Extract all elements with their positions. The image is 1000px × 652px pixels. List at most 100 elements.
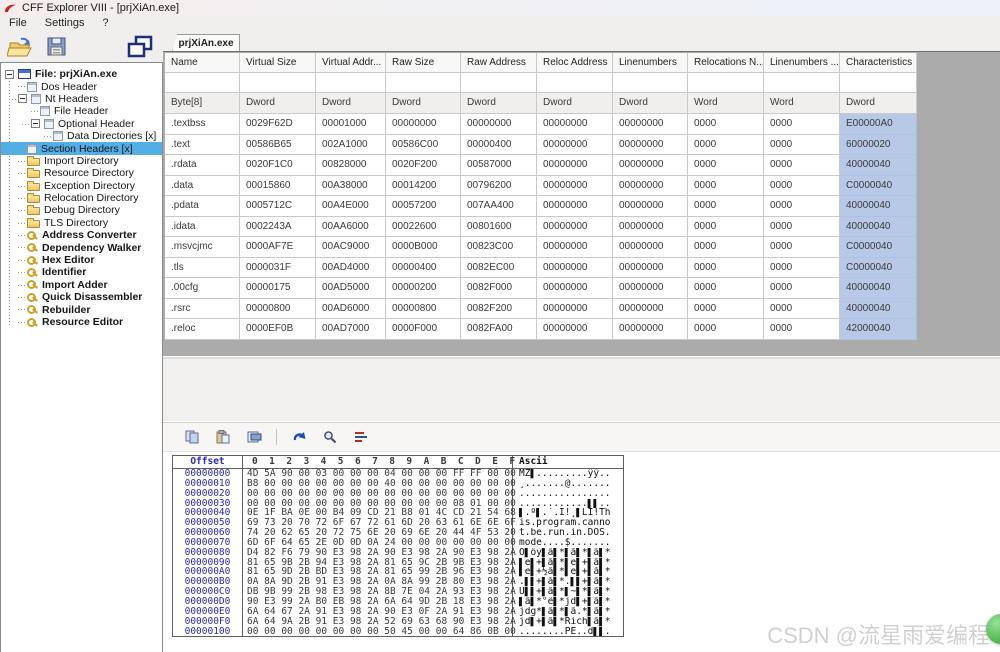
column-header[interactable]: Relocations N... [688, 53, 764, 73]
open-file-button[interactable] [5, 33, 35, 61]
cell-virtual-size[interactable]: 00000800 [240, 299, 316, 320]
sidebar-item[interactable]: Address Converter [1, 229, 162, 241]
hex-ascii[interactable]: Ô▌öy▌ã▌*▌ã▌*▌ã▌* [513, 548, 623, 558]
column-header[interactable]: Linenumbers ... [764, 53, 840, 73]
cell-characteristics[interactable]: 40000040 [840, 299, 917, 320]
cell-linenumbers-number[interactable]: 0000 [764, 237, 840, 258]
hex-offset[interactable]: 00000100 [173, 627, 243, 637]
cell-relocations-number[interactable]: 0000 [688, 319, 764, 340]
column-header[interactable]: Virtual Addr... [316, 53, 386, 73]
cell-linenumbers-number[interactable]: 0000 [764, 196, 840, 217]
cell-characteristics[interactable]: C0000040 [840, 176, 917, 197]
cell-relocations-number[interactable]: 0000 [688, 135, 764, 156]
cell-reloc-address[interactable]: 00000000 [537, 217, 613, 238]
sidebar-item[interactable]: Import Directory [1, 155, 162, 167]
cell-characteristics[interactable]: C0000040 [840, 237, 917, 258]
cell-linenumbers[interactable]: 00000000 [613, 155, 688, 176]
hex-ascii[interactable]: ............▌▌.. [513, 499, 623, 509]
sidebar-item[interactable]: File Header [1, 105, 162, 117]
cell-virtual-size[interactable]: 0029F62D [240, 114, 316, 135]
cell-name[interactable]: .00cfg [165, 278, 240, 299]
hex-ascii[interactable]: jd▌+▌ã▌*Rich▌ã▌* [513, 617, 623, 627]
copy-button[interactable] [183, 428, 201, 446]
sidebar-item[interactable]: Exception Directory [1, 180, 162, 192]
cell-relocations-number[interactable]: 0000 [688, 258, 764, 279]
cell-virtual-address[interactable]: 00AD6000 [316, 299, 386, 320]
cell-virtual-size[interactable]: 00586B65 [240, 135, 316, 156]
cell-raw-address[interactable]: 007AA400 [461, 196, 537, 217]
menu-item[interactable]: ? [93, 16, 117, 31]
cell-raw-size[interactable]: 0000F000 [386, 319, 461, 340]
cell-raw-address[interactable]: 0082F200 [461, 299, 537, 320]
cell-name[interactable]: .data [165, 176, 240, 197]
cell-virtual-address[interactable]: 00001000 [316, 114, 386, 135]
cell-linenumbers[interactable]: 00000000 [613, 319, 688, 340]
cell-raw-size[interactable]: 00057200 [386, 196, 461, 217]
hex-ascii[interactable]: jdg*▌ã▌*▌ã.*▌ã▌* [513, 607, 623, 617]
cell-characteristics[interactable]: 40000040 [840, 217, 917, 238]
sidebar-item[interactable]: Dependency Walker [1, 241, 162, 253]
cell-virtual-size[interactable]: 00015860 [240, 176, 316, 197]
cell-name[interactable]: .rsrc [165, 299, 240, 320]
cell-linenumbers[interactable]: 00000000 [613, 114, 688, 135]
tree-expander-icon[interactable] [31, 119, 40, 128]
fill-selection-button[interactable] [245, 428, 263, 446]
column-header[interactable]: Raw Address [461, 53, 537, 73]
column-header[interactable]: Raw Size [386, 53, 461, 73]
cell-relocations-number[interactable]: 0000 [688, 196, 764, 217]
hex-ascii[interactable]: .▌▌+▌ã▌*.▌▌+▌ã▌* [513, 577, 623, 587]
cell-reloc-address[interactable]: 00000000 [537, 237, 613, 258]
cell-raw-size[interactable]: 00586C00 [386, 135, 461, 156]
sidebar-item[interactable]: Quick Disassembler [1, 291, 162, 303]
cell-virtual-address[interactable]: 00AC9000 [316, 237, 386, 258]
cell-characteristics[interactable]: 60000020 [840, 135, 917, 156]
cell-raw-size[interactable]: 00014200 [386, 176, 461, 197]
sidebar-item[interactable]: Data Directories [x] [1, 130, 162, 142]
cell-virtual-address[interactable]: 00A4E000 [316, 196, 386, 217]
cell-relocations-number[interactable]: 0000 [688, 299, 764, 320]
cell-characteristics[interactable]: 42000040 [840, 319, 917, 340]
cell-name[interactable]: .tls [165, 258, 240, 279]
cell-name[interactable]: .idata [165, 217, 240, 238]
paste-button[interactable] [214, 428, 232, 446]
column-header[interactable]: Characteristics [840, 53, 917, 73]
cell-linenumbers-number[interactable]: 0000 [764, 278, 840, 299]
column-header[interactable]: Linenumbers [613, 53, 688, 73]
cell-virtual-address[interactable]: 00AD4000 [316, 258, 386, 279]
cell-raw-address[interactable]: 0082F000 [461, 278, 537, 299]
sidebar-item[interactable]: TLS Directory [1, 217, 162, 229]
hex-ascii[interactable]: ................ [513, 489, 623, 499]
tree-expander-icon[interactable] [5, 70, 14, 79]
column-header[interactable]: Name [165, 53, 240, 73]
cell-reloc-address[interactable]: 00000000 [537, 114, 613, 135]
hex-ascii[interactable]: ▌ã▌*°ë▌*jd▌+▌ã▌* [513, 597, 623, 607]
cell-virtual-size[interactable]: 0000AF7E [240, 237, 316, 258]
hex-ascii[interactable]: Û▌▌+▌ã▌*▌~▌*▌ã▌* [513, 587, 623, 597]
cell-raw-size[interactable]: 00000800 [386, 299, 461, 320]
sidebar-item[interactable]: Section Headers [x] [1, 142, 162, 154]
cell-relocations-number[interactable]: 0000 [688, 278, 764, 299]
cell-linenumbers[interactable]: 00000000 [613, 278, 688, 299]
cell-linenumbers-number[interactable]: 0000 [764, 319, 840, 340]
menu-item[interactable]: File [0, 16, 36, 31]
cell-raw-size[interactable]: 00000400 [386, 258, 461, 279]
sidebar-item[interactable]: File: prjXiAn.exe [1, 68, 162, 80]
cell-reloc-address[interactable]: 00000000 [537, 176, 613, 197]
cell-linenumbers-number[interactable]: 0000 [764, 114, 840, 135]
save-file-button[interactable] [41, 33, 71, 61]
settings-button[interactable] [352, 428, 370, 446]
cell-raw-address[interactable]: 0082FA00 [461, 319, 537, 340]
cell-linenumbers-number[interactable]: 0000 [764, 135, 840, 156]
cell-linenumbers[interactable]: 00000000 [613, 135, 688, 156]
cell-raw-size[interactable]: 0000B000 [386, 237, 461, 258]
goto-offset-button[interactable] [290, 428, 308, 446]
cell-relocations-number[interactable]: 0000 [688, 237, 764, 258]
cell-reloc-address[interactable]: 00000000 [537, 196, 613, 217]
cell-raw-size[interactable]: 00000000 [386, 114, 461, 135]
sidebar-item[interactable]: Nt Headers [1, 93, 162, 105]
column-header[interactable]: Reloc Address [537, 53, 613, 73]
cell-raw-address[interactable]: 00000000 [461, 114, 537, 135]
cell-linenumbers-number[interactable]: 0000 [764, 258, 840, 279]
cell-name[interactable]: .msvcjmc [165, 237, 240, 258]
sidebar-item[interactable]: Optional Header [1, 118, 162, 130]
